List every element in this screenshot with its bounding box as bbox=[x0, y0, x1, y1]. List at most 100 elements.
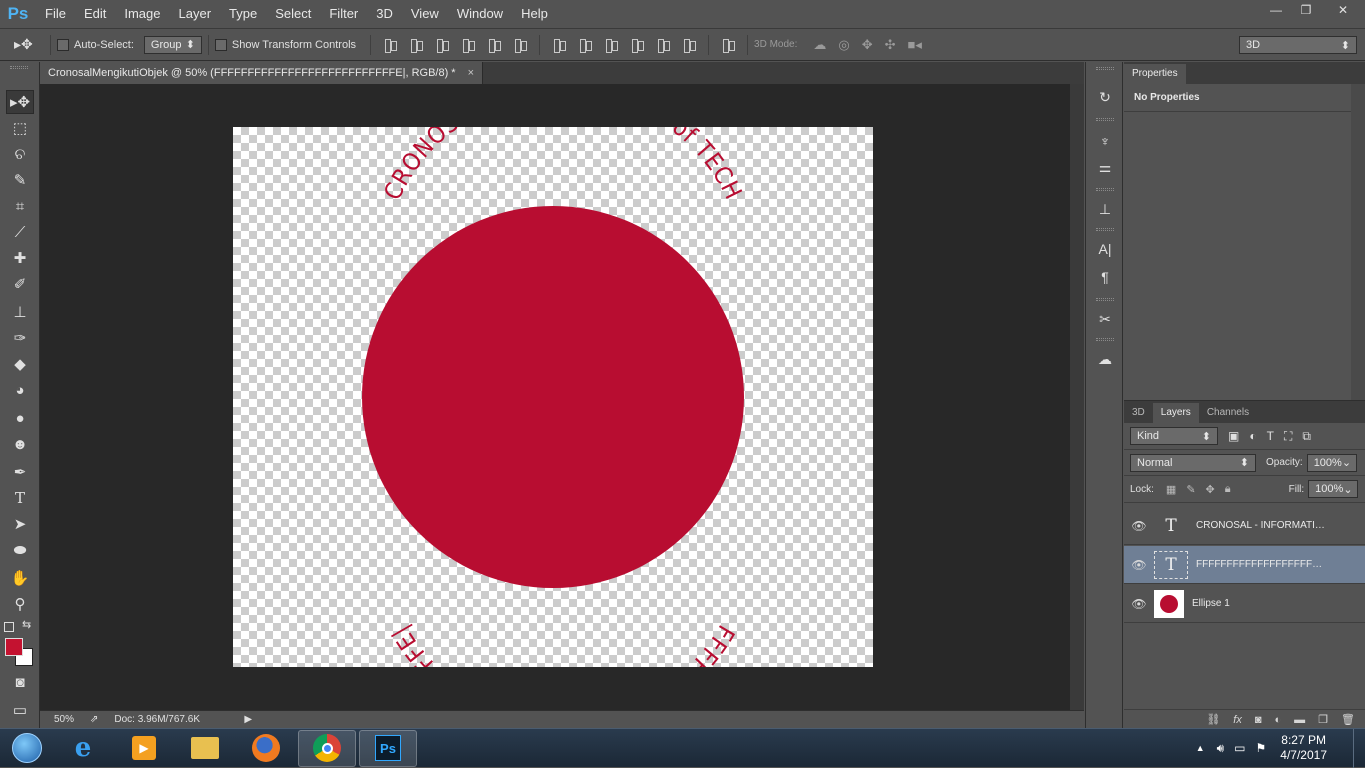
distribute-top-icon[interactable] bbox=[551, 37, 567, 53]
menu-image[interactable]: Image bbox=[115, 0, 169, 28]
tab-properties[interactable]: Properties bbox=[1124, 64, 1186, 84]
menu-type[interactable]: Type bbox=[220, 0, 266, 28]
default-colors-icon[interactable] bbox=[4, 622, 14, 632]
fill-field[interactable]: 100% ⌄ bbox=[1308, 480, 1359, 498]
opacity-field[interactable]: 100% ⌄ bbox=[1306, 453, 1357, 472]
show-hidden-icons-icon[interactable]: ▲ bbox=[1196, 743, 1205, 753]
transform-controls-checkbox[interactable] bbox=[214, 38, 227, 51]
screen-mode-icon[interactable]: ▭ bbox=[6, 698, 34, 722]
auto-align-layers-icon[interactable] bbox=[720, 37, 736, 53]
menu-file[interactable]: File bbox=[36, 0, 75, 28]
clock[interactable]: 8:27 PM 4/7/2017 bbox=[1280, 733, 1327, 763]
close-tab-icon[interactable]: × bbox=[468, 67, 474, 79]
layer-name[interactable]: CRONOSAL - INFORMATIO... bbox=[1196, 520, 1326, 531]
pan-3d-icon[interactable]: ✥ bbox=[862, 37, 873, 53]
vertical-scrollbar[interactable] bbox=[1070, 84, 1084, 710]
properties-scrollbar[interactable] bbox=[1351, 84, 1365, 400]
layer-style-icon[interactable]: fx bbox=[1233, 714, 1242, 726]
minimize-button[interactable]: — bbox=[1261, 0, 1291, 20]
status-menu-arrow-icon[interactable]: ▶ bbox=[244, 714, 252, 725]
quick-selection-tool-icon[interactable]: ✎ bbox=[6, 168, 34, 192]
distribute-horizontal-center-icon[interactable] bbox=[655, 37, 671, 53]
action-center-icon[interactable]: ⚑ bbox=[1256, 741, 1267, 755]
new-layer-icon[interactable]: ❐ bbox=[1318, 713, 1328, 726]
document-canvas[interactable]: CRONOSAL - INFORMATION of TECH FFFFFFFFF… bbox=[233, 127, 873, 667]
slide-3d-icon[interactable]: ✣ bbox=[885, 37, 896, 53]
distribute-left-icon[interactable] bbox=[629, 37, 645, 53]
link-layers-icon[interactable]: ⛓ bbox=[1206, 713, 1220, 726]
arc-text-bottom[interactable]: FFFFFFFFFFFFFFFFFFFFFFFFFFFE| bbox=[386, 620, 740, 667]
paint-bucket-tool-icon[interactable]: ◕ bbox=[6, 378, 34, 402]
menu-edit[interactable]: Edit bbox=[75, 0, 115, 28]
distribute-vertical-center-icon[interactable] bbox=[577, 37, 593, 53]
taskbar-internet-explorer[interactable]: e bbox=[54, 730, 112, 767]
menu-layer[interactable]: Layer bbox=[170, 0, 221, 28]
align-right-icon[interactable] bbox=[512, 37, 528, 53]
type-tool-icon[interactable]: T bbox=[6, 486, 34, 510]
panel-grip[interactable] bbox=[1096, 188, 1114, 191]
align-left-icon[interactable] bbox=[460, 37, 476, 53]
network-icon[interactable]: ▭ bbox=[1234, 741, 1245, 755]
ellipse-tool-icon[interactable]: ⬬ bbox=[6, 538, 34, 562]
align-top-icon[interactable] bbox=[382, 37, 398, 53]
menu-select[interactable]: Select bbox=[266, 0, 320, 28]
distribute-right-icon[interactable] bbox=[681, 37, 697, 53]
orbit-3d-icon[interactable]: ☁ bbox=[813, 37, 826, 53]
filter-smart-object-icon[interactable]: ⧉ bbox=[1302, 429, 1311, 444]
clone-stamp-tool-icon[interactable]: ⊥ bbox=[6, 300, 34, 324]
move-tool-preset-icon[interactable]: ▸✥ bbox=[14, 36, 44, 53]
taskbar-media-player[interactable]: ▶ bbox=[115, 730, 173, 767]
character-panel-icon[interactable]: A| bbox=[1092, 238, 1118, 260]
filter-type-icon[interactable]: T bbox=[1267, 429, 1274, 443]
tab-3d[interactable]: 3D bbox=[1124, 403, 1153, 423]
taskbar-file-explorer[interactable] bbox=[176, 730, 234, 767]
show-desktop-button[interactable] bbox=[1353, 728, 1365, 768]
hand-tool-icon[interactable]: ✋ bbox=[6, 566, 34, 590]
menu-3d[interactable]: 3D bbox=[367, 0, 402, 28]
layer-row[interactable]: 👁︎ Ellipse 1 bbox=[1124, 585, 1365, 623]
eyedropper-tool-icon[interactable]: ⟋ bbox=[6, 220, 34, 244]
menu-help[interactable]: Help bbox=[512, 0, 557, 28]
start-button[interactable] bbox=[0, 729, 54, 768]
zoom-tool-icon[interactable]: ⚲ bbox=[6, 592, 34, 616]
path-selection-tool-icon[interactable]: ➤ bbox=[6, 512, 34, 536]
volume-icon[interactable]: 🔊︎ bbox=[1217, 741, 1225, 756]
marquee-tool-icon[interactable]: ⬚ bbox=[6, 116, 34, 140]
layer-row-selected[interactable]: 👁︎ T FFFFFFFFFFFFFFFFFFFFFFF... bbox=[1124, 546, 1365, 584]
menu-filter[interactable]: Filter bbox=[320, 0, 367, 28]
creative-cloud-libraries-icon[interactable]: ☁ bbox=[1092, 348, 1118, 370]
filter-pixel-icon[interactable]: ▣ bbox=[1228, 429, 1239, 443]
panel-grip[interactable] bbox=[1096, 67, 1114, 70]
layer-row[interactable]: 👁︎ T CRONOSAL - INFORMATIO... bbox=[1124, 507, 1365, 545]
align-vertical-center-icon[interactable] bbox=[408, 37, 424, 53]
clone-source-icon[interactable]: ⊥ bbox=[1092, 198, 1118, 220]
quick-mask-icon[interactable]: ◙ bbox=[6, 670, 34, 694]
panel-grip[interactable] bbox=[10, 66, 28, 69]
ellipse-shape[interactable] bbox=[362, 206, 744, 588]
transform-controls-option[interactable]: Show Transform Controls bbox=[214, 38, 356, 51]
tab-channels[interactable]: Channels bbox=[1199, 403, 1257, 423]
layer-name[interactable]: FFFFFFFFFFFFFFFFFFFFFFF... bbox=[1196, 559, 1326, 570]
pen-tool-icon[interactable]: ✒ bbox=[6, 460, 34, 484]
document-tab[interactable]: CronosalMengikutiObjek @ 50% (FFFFFFFFFF… bbox=[40, 62, 484, 84]
menu-view[interactable]: View bbox=[402, 0, 448, 28]
blur-tool-icon[interactable]: ● bbox=[6, 406, 34, 430]
close-button[interactable]: ✕ bbox=[1321, 0, 1365, 20]
panel-grip[interactable] bbox=[1096, 228, 1114, 231]
foreground-color-swatch[interactable] bbox=[5, 638, 23, 656]
zoom-level[interactable]: 50% bbox=[54, 714, 90, 725]
paragraph-panel-icon[interactable]: ¶ bbox=[1092, 266, 1118, 288]
new-adjustment-layer-icon[interactable]: ◐ bbox=[1275, 714, 1282, 726]
brush-tool-icon[interactable]: ✐ bbox=[6, 272, 34, 296]
lock-position-icon[interactable]: ✥ bbox=[1206, 483, 1215, 496]
delete-layer-icon[interactable]: 🗑︎ bbox=[1341, 713, 1355, 726]
distribute-bottom-icon[interactable] bbox=[603, 37, 619, 53]
swap-colors-icon[interactable]: ⇆ bbox=[22, 618, 31, 631]
history-panel-icon[interactable]: ↻ bbox=[1092, 86, 1118, 108]
lasso-tool-icon[interactable]: ଚ bbox=[6, 142, 34, 166]
move-tool-icon[interactable]: ▸✥ bbox=[6, 90, 34, 114]
layer-filter-dropdown[interactable]: Kind ⬍ bbox=[1130, 427, 1218, 445]
lock-transparent-icon[interactable]: ▦ bbox=[1166, 483, 1176, 496]
panel-grip[interactable] bbox=[1096, 298, 1114, 301]
filter-shape-icon[interactable]: ⛶ bbox=[1284, 429, 1292, 444]
